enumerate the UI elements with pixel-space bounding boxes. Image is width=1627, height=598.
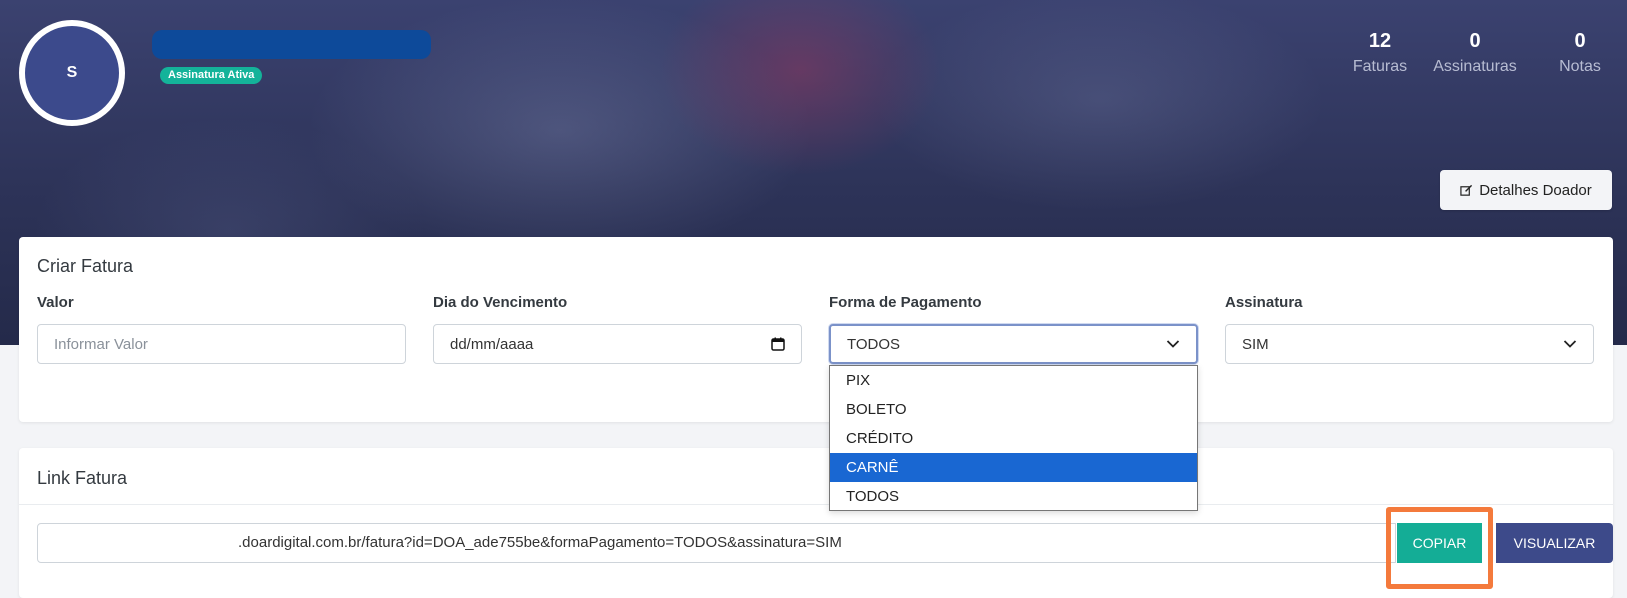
create-invoice-title: Criar Fatura [37,256,134,276]
details-donor-button[interactable]: Detalhes Doador [1440,170,1612,210]
dropdown-option-pix[interactable]: PIX [830,366,1197,395]
chevron-down-icon [1166,340,1180,348]
details-donor-label: Detalhes Doador [1479,181,1592,199]
stat-assinaturas-label: Assinaturas [1433,58,1517,75]
stat-assinaturas: 0 Assinaturas [1425,28,1525,78]
vencimento-date-input[interactable]: dd/mm/aaaa [433,324,802,364]
invoice-link-field[interactable]: .doardigital.com.br/fatura?id=DOA_ade755… [37,523,1396,563]
view-invoice-button[interactable]: VISUALIZAR [1496,523,1613,563]
invoice-link-title: Link Fatura [37,468,128,488]
vencimento-label: Dia do Vencimento [433,294,568,311]
copy-link-button[interactable]: COPIAR [1397,523,1482,563]
stat-notas: 0 Notas [1535,28,1625,78]
valor-label: Valor [37,294,74,311]
forma-pagamento-label: Forma de Pagamento [829,294,982,311]
forma-pagamento-value: TODOS [847,335,901,353]
assinatura-value: SIM [1242,335,1269,353]
invoice-link-url: .doardigital.com.br/fatura?id=DOA_ade755… [238,534,842,551]
valor-input[interactable]: Informar Valor [37,324,406,364]
dropdown-option-boleto[interactable]: BOLETO [830,395,1197,424]
assinatura-select[interactable]: SIM [1225,324,1594,364]
stat-notas-value: 0 [1574,30,1586,52]
valor-placeholder: Informar Valor [54,335,148,353]
dropdown-option-todos[interactable]: TODOS [830,482,1197,511]
chevron-down-icon [1563,340,1577,348]
invoice-link-card: Link Fatura .doardigital.com.br/fatura?i… [19,448,1613,598]
dropdown-option-carne[interactable]: CARNÊ [830,453,1197,482]
card-divider [19,504,1613,505]
profile-stats: 12 Faturas 0 Assinaturas 0 Notas [0,28,1627,88]
stat-faturas-label: Faturas [1352,58,1408,75]
stat-faturas: 12 Faturas [1320,28,1440,78]
stat-notas-label: Notas [1559,58,1601,75]
dropdown-option-credito[interactable]: CRÉDITO [830,424,1197,453]
vencimento-value: dd/mm/aaaa [450,335,534,353]
assinatura-label: Assinatura [1225,294,1303,311]
stat-assinaturas-value: 0 [1469,30,1481,52]
calendar-icon[interactable] [771,337,785,351]
stat-faturas-value: 12 [1368,30,1392,52]
forma-pagamento-select[interactable]: TODOS [829,324,1198,364]
create-invoice-card: Criar Fatura Valor Informar Valor Dia do… [19,237,1613,422]
forma-pagamento-dropdown: PIX BOLETO CRÉDITO CARNÊ TODOS [829,365,1198,511]
edit-icon [1460,184,1473,196]
